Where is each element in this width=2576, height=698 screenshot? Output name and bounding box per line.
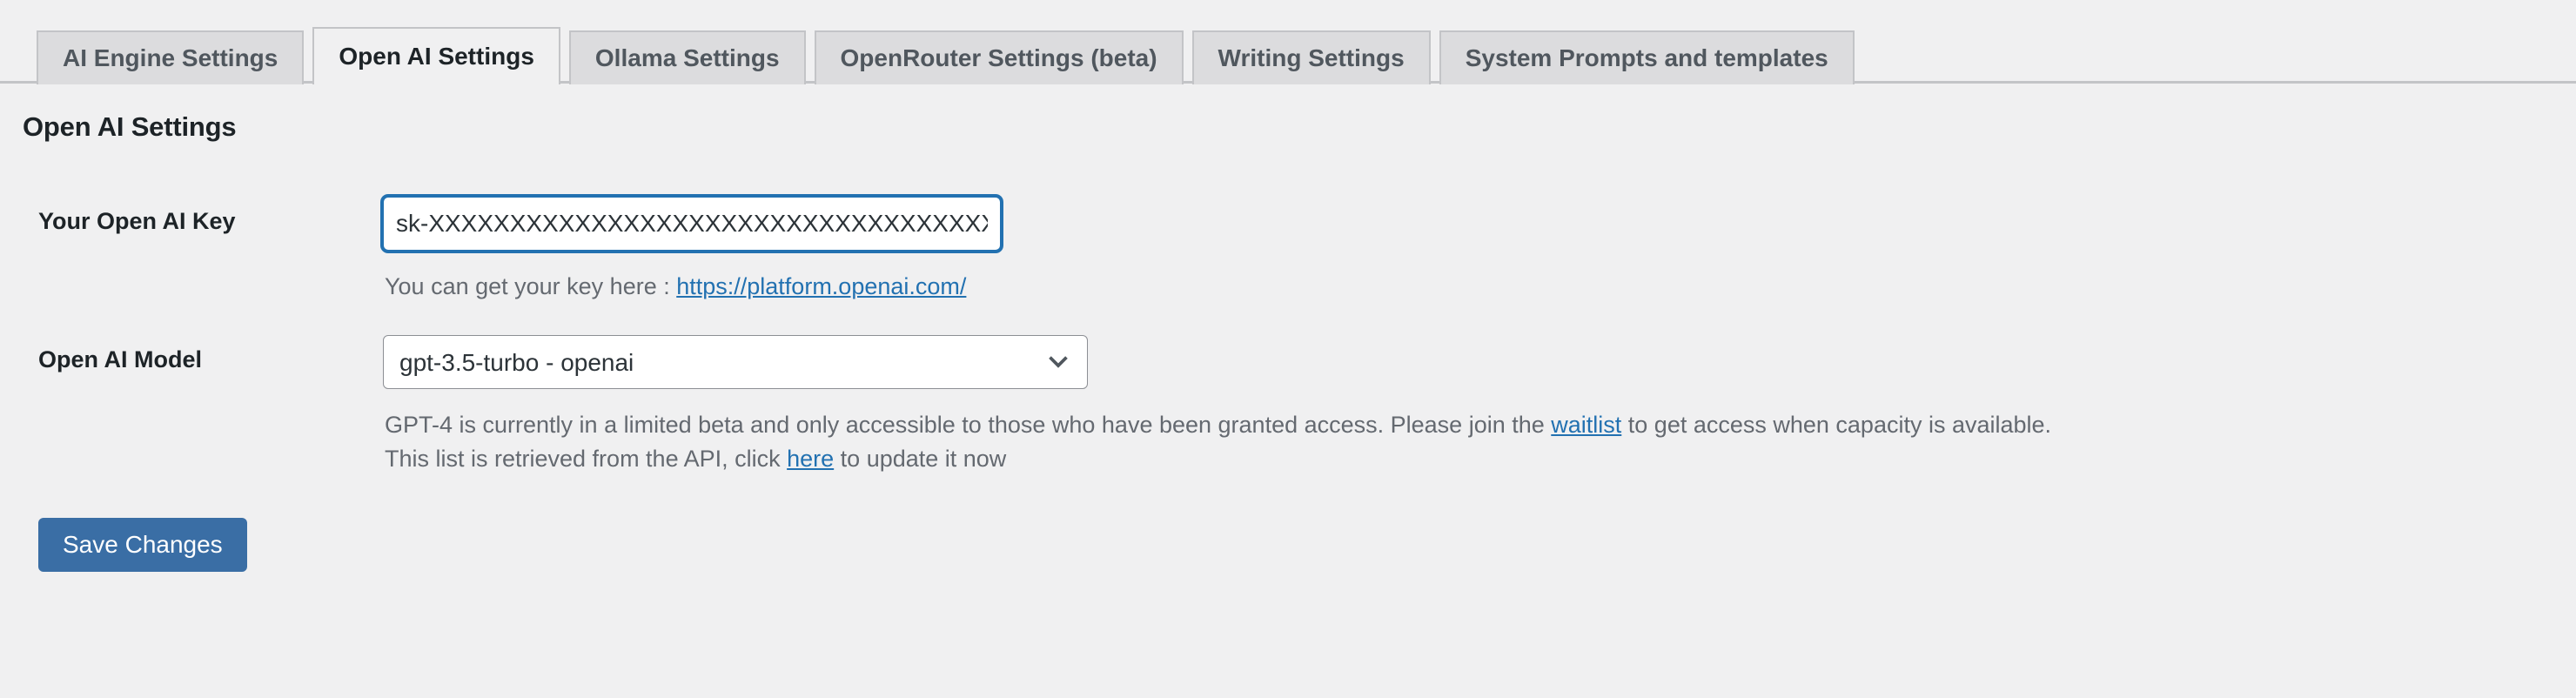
- model-description: GPT-4 is currently in a limited beta and…: [385, 408, 2560, 476]
- tab-system-prompts-and-templates[interactable]: System Prompts and templates: [1439, 30, 1855, 84]
- model-cell: gpt-3.5-turbo - openai GPT-4 is currentl…: [383, 311, 2576, 483]
- waitlist-link[interactable]: waitlist: [1551, 412, 1621, 438]
- model-select-wrapper: gpt-3.5-turbo - openai: [383, 335, 1088, 390]
- settings-tab-bar: AI Engine Settings Open AI Settings Olla…: [0, 0, 2576, 84]
- api-key-input[interactable]: [383, 197, 1001, 251]
- api-key-description-text: You can get your key here :: [385, 273, 677, 299]
- api-key-cell: You can get your key here : https://plat…: [383, 172, 2576, 311]
- model-description-line1-part2: to get access when capacity is available…: [1621, 412, 2052, 439]
- form-row-api-key: Your Open AI Key You can get your key he…: [0, 172, 2576, 311]
- model-label: Open AI Model: [38, 346, 202, 373]
- model-select[interactable]: gpt-3.5-turbo - openai: [383, 335, 1088, 390]
- tab-open-ai-settings[interactable]: Open AI Settings: [312, 27, 560, 84]
- submit-area: Save Changes: [0, 483, 2576, 573]
- save-changes-button[interactable]: Save Changes: [38, 518, 247, 573]
- settings-form-table: Your Open AI Key You can get your key he…: [0, 172, 2576, 483]
- model-description-line1-part1: GPT-4 is currently in a limited beta and…: [385, 412, 1552, 439]
- tab-writing-settings[interactable]: Writing Settings: [1191, 30, 1431, 84]
- openai-platform-link[interactable]: https://platform.openai.com/: [676, 273, 966, 299]
- page-title: Open AI Settings: [23, 111, 237, 142]
- tab-ollama-settings[interactable]: Ollama Settings: [568, 30, 806, 84]
- form-row-model: Open AI Model gpt-3.5-turbo - openai GPT…: [0, 311, 2576, 483]
- tab-list: AI Engine Settings Open AI Settings Olla…: [37, 27, 2576, 84]
- api-key-description: You can get your key here : https://plat…: [385, 270, 2560, 304]
- model-description-line2-part1: This list is retrieved from the API, cli…: [385, 446, 788, 473]
- tab-ai-engine-settings[interactable]: AI Engine Settings: [37, 30, 305, 84]
- refresh-model-list-link[interactable]: here: [787, 446, 834, 472]
- api-key-label: Your Open AI Key: [38, 208, 236, 234]
- model-description-line2-part2: to update it now: [834, 446, 1007, 473]
- tab-openrouter-settings[interactable]: OpenRouter Settings (beta): [814, 30, 1184, 84]
